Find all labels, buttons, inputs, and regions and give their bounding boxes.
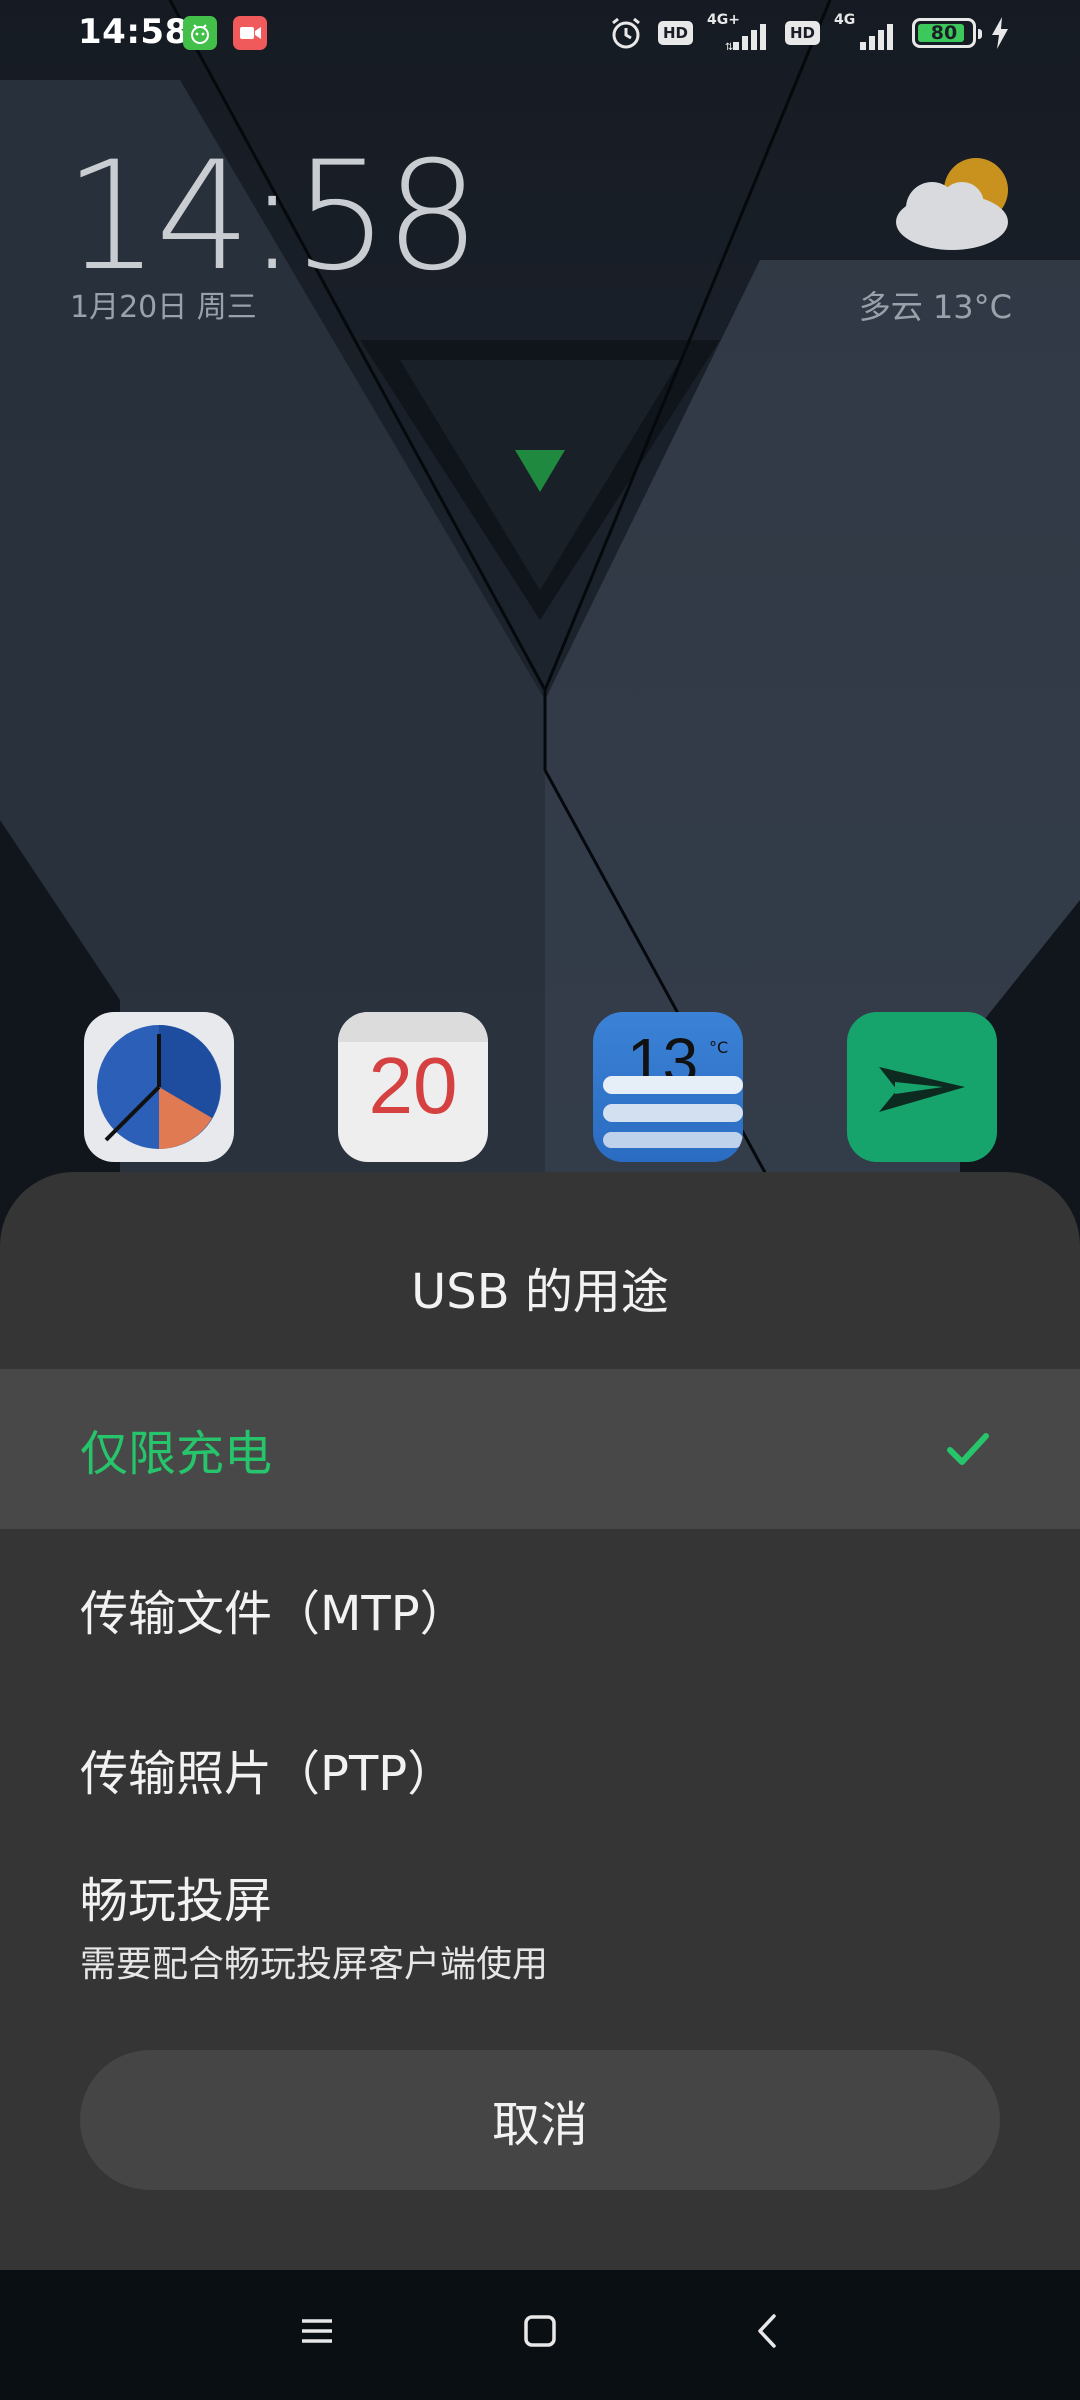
weather-summary: 多云 13°C [858,288,1012,326]
clock-app-icon[interactable] [84,1012,234,1162]
check-icon [947,1433,989,1465]
svg-text:⇅: ⇅ [725,42,733,52]
hd-voice-badge: HD [657,21,693,45]
option-screen-projection[interactable]: 畅玩投屏 需要配合畅玩投屏客户端使用 [0,1849,1080,1999]
calendar-app-icon[interactable]: 20 [338,1012,488,1162]
navigation-bar [0,2270,1080,2400]
alarm-icon [612,17,640,49]
signal-icon-2: 4G [834,12,898,54]
option-label: 传输照片（PTP） [80,1746,456,1802]
battery-icon: 80 [912,18,982,48]
calendar-day: 20 [368,1041,458,1130]
weather-app-icon[interactable]: 13 °C [593,1012,743,1162]
lockscreen-date: 1月20日 周三 [70,290,257,325]
signal-icon: 4G+ ⇅ [707,12,771,54]
weather-app-unit: °C [709,1038,729,1057]
partly-cloudy-icon [896,158,1008,250]
cancel-button[interactable]: 取消 [80,2050,1000,2190]
option-photo-transfer[interactable]: 传输照片（PTP） [0,1689,1080,1849]
option-charge-only[interactable]: 仅限充电 [0,1369,1080,1529]
option-file-transfer[interactable]: 传输文件（MTP） [0,1529,1080,1689]
usb-mode-sheet: USB 的用途 仅限充电 传输文件（MTP） 传输照片（PTP） 畅玩投屏 需要… [0,1172,1080,2270]
sheet-title: USB 的用途 [411,1264,669,1320]
lockscreen-clock: 14:58 [64,130,480,304]
status-time: 14:58 [78,12,189,52]
back-icon[interactable] [748,2312,786,2350]
home-icon[interactable] [521,2312,559,2350]
status-bar: 14:58 HD 4G+ ⇅ HD 4G 80 [0,0,1080,66]
hd-voice-badge-2: HD [784,21,820,45]
video-recorder-notification-icon [233,16,267,50]
option-label: 传输文件（MTP） [80,1586,468,1642]
option-label: 畅玩投屏 [80,1873,273,1929]
status-icons: HD 4G+ ⇅ HD 4G 80 [608,12,1010,54]
option-label: 仅限充电 [80,1426,273,1482]
battery-level: 80 [930,22,958,44]
menu-icon[interactable] [298,2312,336,2350]
android-notification-icon [183,16,217,50]
charging-bolt-icon [992,17,1008,49]
option-sublabel: 需要配合畅玩投屏客户端使用 [80,1944,549,1985]
send-app-icon[interactable] [847,1012,997,1162]
